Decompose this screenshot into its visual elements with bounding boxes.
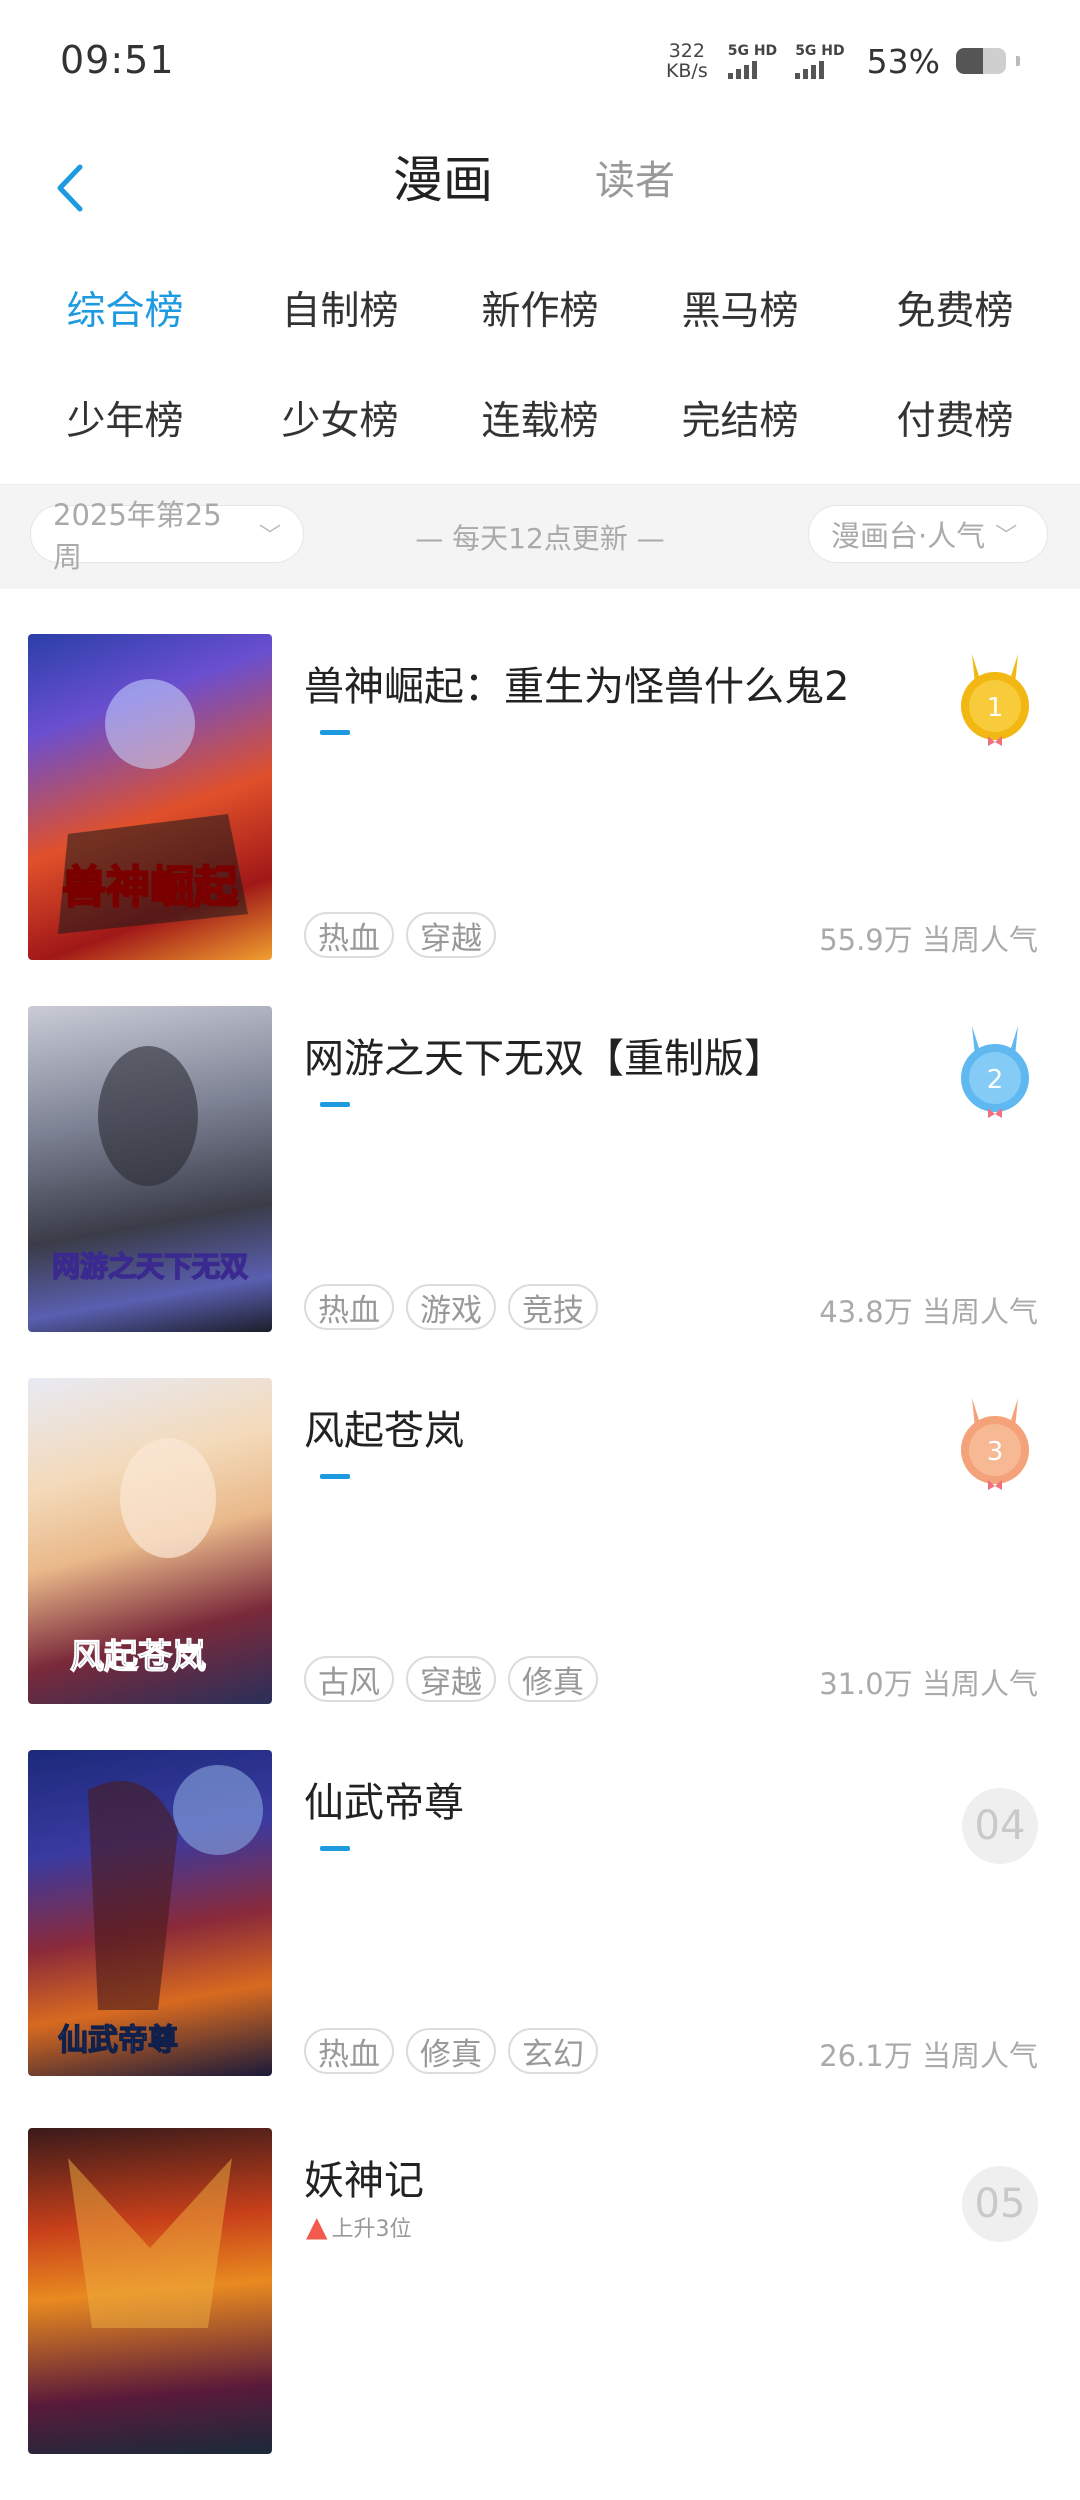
tab-comics[interactable]: 漫画: [393, 140, 493, 212]
header: 漫画 读者: [0, 130, 1080, 250]
list-item[interactable]: 仙武帝尊 仙武帝尊 热血 修真 玄幻 26.1万 当周人气 04: [0, 1750, 1080, 2122]
weekly-popularity: 31.0万 当周人气: [819, 1667, 1038, 1701]
genre-tag: 穿越: [406, 1656, 496, 1702]
comic-cover[interactable]: 兽神崛起: [28, 634, 272, 960]
battery-percent: 53%: [866, 41, 940, 81]
cover-title: 仙武帝尊: [58, 2023, 178, 2058]
category-original[interactable]: 自制榜: [240, 280, 440, 336]
cover-title: 兽神崛起: [62, 862, 239, 913]
category-boys[interactable]: 少年榜: [25, 390, 225, 446]
arrow-up-icon: ▲: [306, 2210, 328, 2243]
genre-tag: 玄幻: [508, 2028, 598, 2074]
genre-tag: 修真: [508, 1656, 598, 1702]
gold-medal-icon: 1: [961, 654, 1029, 746]
sim2-signal-icon: 5G HD: [795, 43, 845, 79]
svg-text:2: 2: [987, 1065, 1004, 1095]
back-button[interactable]: [40, 148, 100, 228]
genre-tag: 修真: [406, 2028, 496, 2074]
comic-cover[interactable]: [28, 2128, 272, 2454]
comic-cover[interactable]: 风起苍岚: [28, 1378, 272, 1704]
genre-tag: 热血: [304, 1284, 394, 1330]
sort-selector[interactable]: 漫画台·人气 ﹀: [808, 505, 1048, 563]
cover-title: 网游之天下无双: [52, 1250, 248, 1283]
tag-list: 热血 穿越: [304, 912, 496, 958]
tab-readers[interactable]: 读者: [595, 148, 675, 206]
bronze-medal-icon: 3: [961, 1398, 1029, 1490]
status-icons: 322 KB/s 5G HD 5G HD 53%: [666, 36, 1020, 86]
accent-dash: [320, 1474, 350, 1479]
rank-number: 04: [962, 1788, 1038, 1864]
filter-bar: 2025年第25周 ﹀ — 每天12点更新 — 漫画台·人气 ﹀: [0, 484, 1080, 589]
genre-tag: 热血: [304, 912, 394, 958]
genre-tag: 竞技: [508, 1284, 598, 1330]
tag-list: 热血 修真 玄幻: [304, 2028, 598, 2074]
rank-trend: ▲ 上升3位: [306, 2210, 412, 2243]
weekly-popularity: 55.9万 当周人气: [819, 923, 1038, 957]
comic-title[interactable]: 妖神记: [304, 2148, 424, 2206]
accent-dash: [320, 1102, 350, 1107]
category-dark-horse[interactable]: 黑马榜: [640, 280, 840, 336]
comic-title[interactable]: 仙武帝尊: [304, 1770, 464, 1828]
list-item[interactable]: 风起苍岚 风起苍岚 古风 穿越 修真 31.0万 当周人气 3: [0, 1378, 1080, 1750]
category-comprehensive[interactable]: 综合榜: [25, 280, 225, 336]
genre-tag: 热血: [304, 2028, 394, 2074]
ranking-categories: 综合榜 自制榜 新作榜 黑马榜 免费榜 少年榜 少女榜 连载榜 完结榜 付费榜: [0, 250, 1080, 480]
accent-dash: [320, 1846, 350, 1851]
tag-list: 热血 游戏 竞技: [304, 1284, 598, 1330]
genre-tag: 穿越: [406, 912, 496, 958]
list-item[interactable]: 网游之天下无双 网游之天下无双【重制版】 热血 游戏 竞技 43.8万 当周人气…: [0, 1006, 1080, 1378]
status-time: 09:51: [60, 38, 175, 82]
comic-cover[interactable]: 仙武帝尊: [28, 1750, 272, 2076]
category-completed[interactable]: 完结榜: [640, 390, 840, 446]
comic-cover[interactable]: 网游之天下无双: [28, 1006, 272, 1332]
chevron-down-icon: ﹀: [995, 524, 1018, 549]
category-paid[interactable]: 付费榜: [855, 390, 1055, 446]
list-item[interactable]: 兽神崛起 兽神崛起：重生为怪兽什么鬼2 热血 穿越 55.9万 当周人气 1: [0, 634, 1080, 1006]
cover-title: 风起苍岚: [70, 1637, 206, 1677]
chevron-left-icon: [57, 164, 83, 212]
accent-dash: [320, 730, 350, 735]
tag-list: 古风 穿越 修真: [304, 1656, 598, 1702]
comic-title[interactable]: 风起苍岚: [304, 1398, 464, 1456]
sim1-signal-icon: 5G HD: [727, 43, 777, 79]
category-new[interactable]: 新作榜: [440, 280, 640, 336]
genre-tag: 古风: [304, 1656, 394, 1702]
network-speed: 322 KB/s: [665, 40, 708, 82]
svg-text:3: 3: [987, 1437, 1004, 1467]
comic-title[interactable]: 网游之天下无双【重制版】: [304, 1026, 784, 1084]
category-girls[interactable]: 少女榜: [240, 390, 440, 446]
genre-tag: 游戏: [406, 1284, 496, 1330]
weekly-popularity: 26.1万 当周人气: [819, 2039, 1038, 2073]
weekly-popularity: 43.8万 当周人气: [819, 1295, 1038, 1329]
status-bar: 09:51 322 KB/s 5G HD 5G HD 53%: [0, 0, 1080, 130]
battery-icon: [956, 48, 1006, 74]
comic-title[interactable]: 兽神崛起：重生为怪兽什么鬼2: [304, 654, 849, 712]
category-serializing[interactable]: 连载榜: [440, 390, 640, 446]
rank-number: 05: [962, 2166, 1038, 2242]
category-free[interactable]: 免费榜: [855, 280, 1055, 336]
svg-text:1: 1: [987, 693, 1004, 723]
silver-medal-icon: 2: [961, 1026, 1029, 1118]
list-item[interactable]: 妖神记 ▲ 上升3位 05: [0, 2128, 1080, 2500]
